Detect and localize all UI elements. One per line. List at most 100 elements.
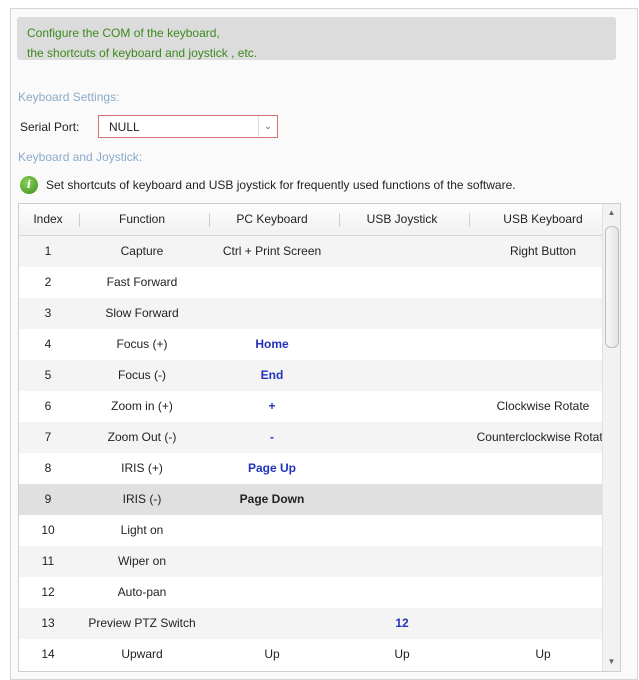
cell-function[interactable]: Auto-pan: [77, 577, 207, 608]
cell-pc-keyboard[interactable]: [207, 577, 337, 608]
cell-usb-keyboard[interactable]: Counterclockwise Rotate: [467, 422, 619, 453]
cell-pc-keyboard[interactable]: Ctrl + Print Screen: [207, 236, 337, 267]
cell-usb-keyboard[interactable]: [467, 484, 619, 515]
table-row[interactable]: 7 Zoom Out (-) - Counterclockwise Rotate: [19, 422, 619, 453]
cell-usb-joystick[interactable]: [337, 267, 467, 298]
cell-usb-joystick[interactable]: [337, 546, 467, 577]
table-row[interactable]: 5 Focus (-) End: [19, 360, 619, 391]
header-usb-joystick[interactable]: USB Joystick: [337, 204, 467, 235]
cell-usb-joystick[interactable]: [337, 453, 467, 484]
serial-port-select[interactable]: NULL ⌄: [98, 115, 278, 138]
cell-usb-keyboard[interactable]: [467, 515, 619, 546]
cell-usb-joystick[interactable]: [337, 422, 467, 453]
table-row[interactable]: 1 Capture Ctrl + Print Screen Right Button: [19, 236, 619, 267]
cell-index[interactable]: 12: [19, 577, 77, 608]
cell-usb-keyboard[interactable]: [467, 329, 619, 360]
cell-usb-keyboard[interactable]: [467, 546, 619, 577]
cell-function[interactable]: Wiper on: [77, 546, 207, 577]
header-function[interactable]: Function: [77, 204, 207, 235]
scroll-down-icon[interactable]: ▼: [603, 655, 620, 669]
cell-usb-keyboard[interactable]: Up: [467, 639, 619, 670]
cell-function[interactable]: Capture: [77, 236, 207, 267]
cell-usb-joystick[interactable]: Up: [337, 639, 467, 670]
cell-usb-keyboard[interactable]: Clockwise Rotate: [467, 391, 619, 422]
cell-index[interactable]: 13: [19, 608, 77, 639]
cell-usb-joystick[interactable]: [337, 515, 467, 546]
header-usb-keyboard[interactable]: USB Keyboard: [467, 204, 619, 235]
cell-function[interactable]: IRIS (+): [77, 453, 207, 484]
cell-index[interactable]: 11: [19, 546, 77, 577]
cell-pc-keyboard[interactable]: Up: [207, 639, 337, 670]
cell-usb-keyboard[interactable]: [467, 453, 619, 484]
cell-pc-keyboard[interactable]: [207, 546, 337, 577]
cell-function[interactable]: Focus (+): [77, 329, 207, 360]
table-row[interactable]: 12 Auto-pan: [19, 577, 619, 608]
cell-pc-keyboard[interactable]: Home: [207, 329, 337, 360]
info-icon: i: [20, 176, 38, 194]
keyboard-settings-title: Keyboard Settings:: [18, 90, 120, 104]
cell-pc-keyboard[interactable]: -: [207, 422, 337, 453]
table-header: Index Function PC Keyboard USB Joystick …: [19, 204, 619, 236]
cell-function[interactable]: Light on: [77, 515, 207, 546]
cell-index[interactable]: 4: [19, 329, 77, 360]
cell-pc-keyboard[interactable]: [207, 298, 337, 329]
cell-function[interactable]: Fast Forward: [77, 267, 207, 298]
shortcut-table: Index Function PC Keyboard USB Joystick …: [18, 203, 621, 672]
cell-function[interactable]: IRIS (-): [77, 484, 207, 515]
table-row[interactable]: 11 Wiper on: [19, 546, 619, 577]
cell-index[interactable]: 10: [19, 515, 77, 546]
cell-pc-keyboard[interactable]: +: [207, 391, 337, 422]
cell-index[interactable]: 9: [19, 484, 77, 515]
cell-function[interactable]: Slow Forward: [77, 298, 207, 329]
cell-pc-keyboard[interactable]: [207, 267, 337, 298]
table-row[interactable]: 6 Zoom in (+) + Clockwise Rotate: [19, 391, 619, 422]
cell-usb-joystick[interactable]: 12: [337, 608, 467, 639]
cell-pc-keyboard[interactable]: [207, 515, 337, 546]
cell-index[interactable]: 7: [19, 422, 77, 453]
table-row[interactable]: 13 Preview PTZ Switch 12: [19, 608, 619, 639]
table-row[interactable]: 8 IRIS (+) Page Up: [19, 453, 619, 484]
scroll-up-icon[interactable]: ▲: [603, 206, 620, 220]
cell-usb-joystick[interactable]: [337, 329, 467, 360]
table-scrollbar[interactable]: ▲ ▼: [602, 204, 620, 671]
cell-index[interactable]: 2: [19, 267, 77, 298]
cell-index[interactable]: 14: [19, 639, 77, 670]
cell-usb-keyboard[interactable]: [467, 267, 619, 298]
cell-index[interactable]: 6: [19, 391, 77, 422]
table-row[interactable]: 10 Light on: [19, 515, 619, 546]
cell-usb-joystick[interactable]: [337, 391, 467, 422]
cell-pc-keyboard[interactable]: [207, 608, 337, 639]
cell-index[interactable]: 3: [19, 298, 77, 329]
cell-index[interactable]: 1: [19, 236, 77, 267]
cell-usb-keyboard[interactable]: [467, 577, 619, 608]
header-index[interactable]: Index: [19, 204, 77, 235]
hint-line-1: Configure the COM of the keyboard,: [27, 26, 220, 40]
table-row[interactable]: 9 IRIS (-) Page Down: [19, 484, 619, 515]
header-pc-keyboard[interactable]: PC Keyboard: [207, 204, 337, 235]
cell-index[interactable]: 8: [19, 453, 77, 484]
scrollbar-thumb[interactable]: [605, 226, 619, 348]
table-row[interactable]: 3 Slow Forward: [19, 298, 619, 329]
cell-usb-joystick[interactable]: [337, 298, 467, 329]
cell-index[interactable]: 5: [19, 360, 77, 391]
cell-usb-joystick[interactable]: [337, 577, 467, 608]
table-row[interactable]: 4 Focus (+) Home: [19, 329, 619, 360]
cell-pc-keyboard[interactable]: Page Up: [207, 453, 337, 484]
cell-function[interactable]: Focus (-): [77, 360, 207, 391]
cell-usb-joystick[interactable]: [337, 484, 467, 515]
cell-function[interactable]: Zoom Out (-): [77, 422, 207, 453]
cell-usb-joystick[interactable]: [337, 236, 467, 267]
cell-usb-joystick[interactable]: [337, 360, 467, 391]
cell-pc-keyboard[interactable]: Page Down: [207, 484, 337, 515]
table-row[interactable]: 14 Upward Up Up Up: [19, 639, 619, 670]
chevron-down-icon[interactable]: ⌄: [258, 116, 277, 137]
cell-usb-keyboard[interactable]: [467, 608, 619, 639]
cell-usb-keyboard[interactable]: [467, 360, 619, 391]
table-row[interactable]: 2 Fast Forward: [19, 267, 619, 298]
cell-function[interactable]: Upward: [77, 639, 207, 670]
cell-function[interactable]: Zoom in (+): [77, 391, 207, 422]
cell-pc-keyboard[interactable]: End: [207, 360, 337, 391]
cell-usb-keyboard[interactable]: [467, 298, 619, 329]
cell-function[interactable]: Preview PTZ Switch: [77, 608, 207, 639]
cell-usb-keyboard[interactable]: Right Button: [467, 236, 619, 267]
